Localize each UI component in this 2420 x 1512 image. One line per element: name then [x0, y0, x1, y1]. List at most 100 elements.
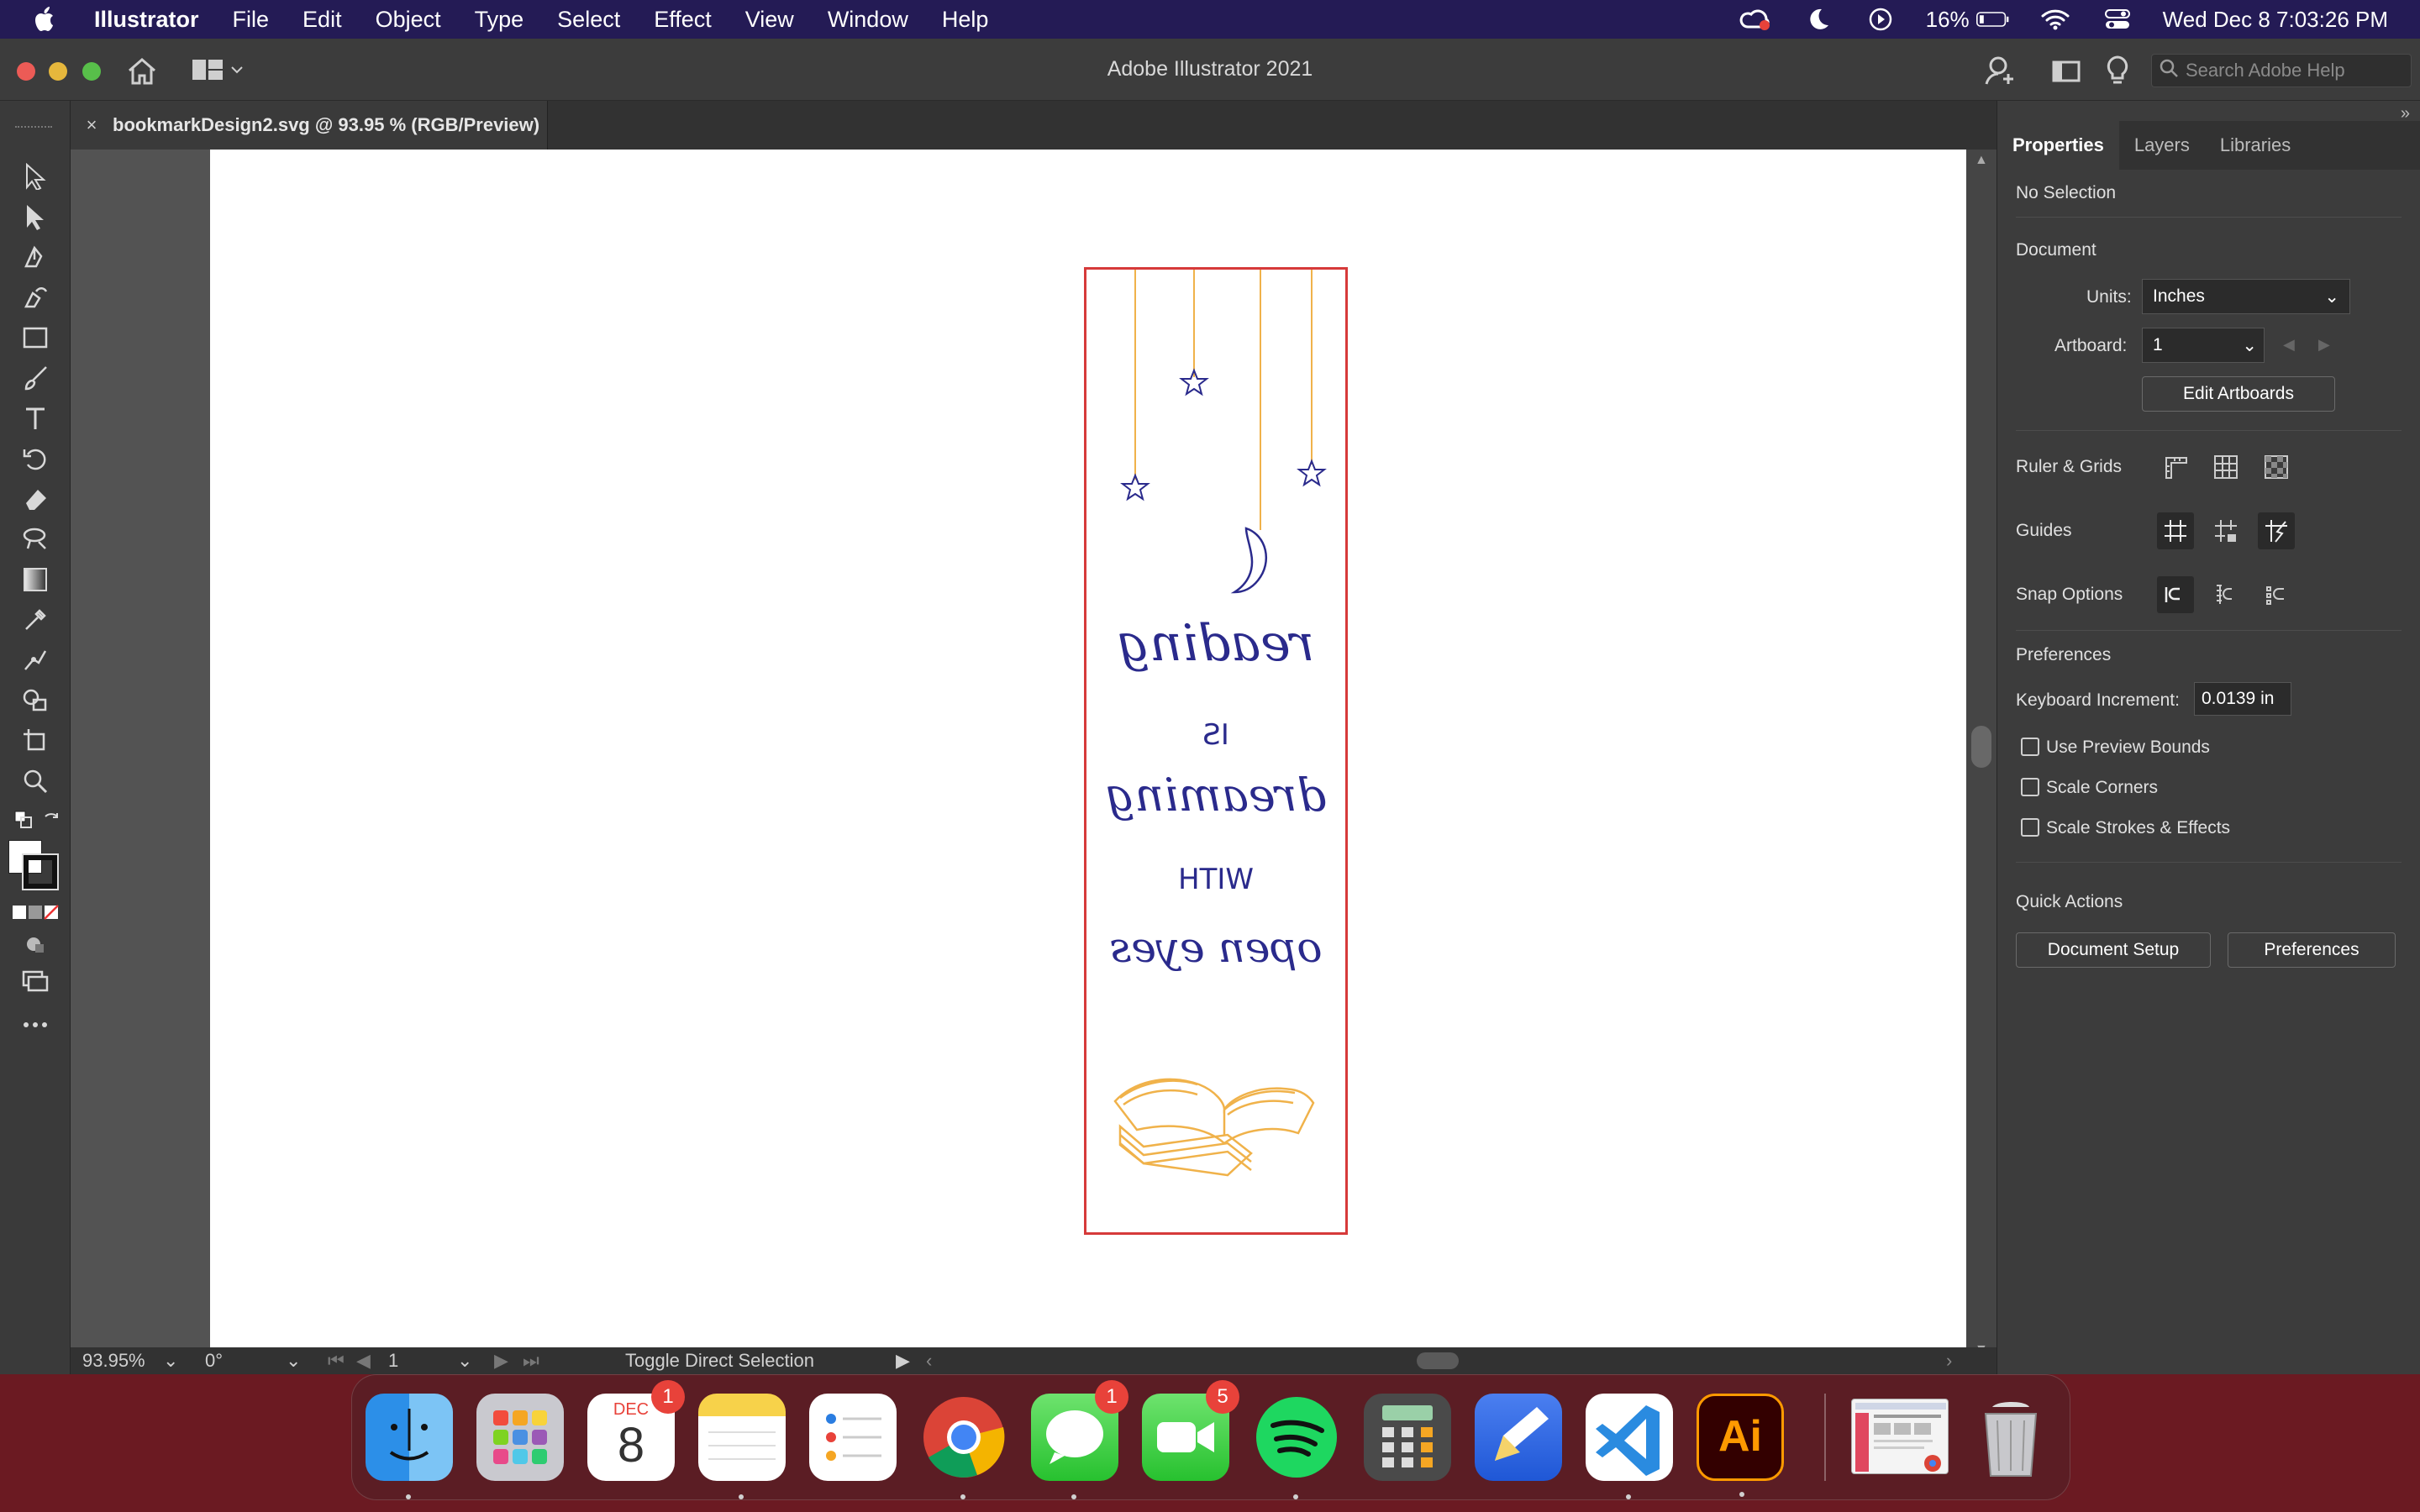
scale-strokes-effects-checkbox[interactable] [2021, 818, 2039, 837]
horizontal-scroll-thumb[interactable] [1417, 1352, 1459, 1369]
canvas-pasteboard[interactable]: reading IS dreaming WITH open eyes [71, 150, 2035, 1361]
stroke-swatch[interactable] [22, 853, 59, 890]
menu-help[interactable]: Help [942, 7, 989, 33]
facetime-dock-icon[interactable]: 5 [1142, 1380, 1239, 1481]
grid-icon[interactable] [2207, 449, 2244, 486]
creative-cloud-icon[interactable] [1739, 7, 1773, 32]
gradient-tool-icon[interactable] [18, 563, 52, 596]
previous-artboard-button[interactable]: ◀ [2283, 336, 2295, 354]
artboard-dropdown-chevron-icon[interactable]: ⌄ [457, 1349, 472, 1373]
status-menu-arrow-icon[interactable]: ▶ [896, 1349, 910, 1373]
zoom-dropdown-chevron-icon[interactable]: ⌄ [163, 1349, 178, 1373]
lightbulb-icon[interactable] [2106, 55, 2129, 90]
search-help-input[interactable]: Search Adobe Help [2151, 54, 2412, 87]
vscode-dock-icon[interactable] [1586, 1394, 1673, 1499]
snap-to-grid-icon[interactable] [2207, 576, 2244, 613]
app-name-menu[interactable]: Illustrator [94, 7, 199, 33]
finder-dock-icon[interactable] [366, 1394, 453, 1499]
vertical-scrollbar[interactable]: ▲ ▼ [1966, 150, 1996, 1361]
zoom-tool-icon[interactable] [18, 764, 52, 798]
menu-window[interactable]: Window [828, 7, 908, 33]
reminders-dock-icon[interactable] [809, 1394, 897, 1481]
tab-layers[interactable]: Layers [2119, 121, 2205, 170]
menu-view[interactable]: View [745, 7, 794, 33]
script-editor-dock-icon[interactable] [1475, 1394, 1562, 1481]
type-tool-icon[interactable] [18, 402, 52, 435]
rotate-tool-icon[interactable] [18, 442, 52, 475]
scroll-right-arrow[interactable]: › [1946, 1349, 1952, 1373]
menu-effect[interactable]: Effect [654, 7, 712, 33]
tab-properties[interactable]: Properties [1997, 121, 2119, 170]
artboard-tool-icon[interactable] [18, 724, 52, 758]
lock-guides-icon[interactable] [2207, 512, 2244, 549]
arrange-documents-icon[interactable] [2052, 60, 2081, 87]
units-dropdown[interactable]: Inches ⌄ [2142, 279, 2350, 314]
artboard-dropdown[interactable]: 1 ⌄ [2142, 328, 2265, 363]
shape-builder-tool-icon[interactable] [18, 684, 52, 717]
document-tab[interactable]: × bookmarkDesign2.svg @ 93.95 % (RGB/Pre… [71, 101, 548, 150]
preferences-button[interactable]: Preferences [2228, 932, 2396, 968]
do-not-disturb-moon-icon[interactable] [1802, 7, 1835, 32]
snap-to-pixel-icon[interactable] [2258, 576, 2295, 613]
edit-toolbar-more-icon[interactable] [18, 1008, 52, 1042]
rotation-dropdown-chevron-icon[interactable]: ⌄ [286, 1349, 301, 1373]
scroll-left-arrow[interactable]: ‹ [926, 1349, 932, 1373]
recent-window-thumbnail[interactable] [1851, 1399, 1949, 1474]
previous-artboard-icon[interactable]: ◀ [356, 1349, 371, 1373]
calculator-dock-icon[interactable] [1364, 1394, 1451, 1481]
calendar-dock-icon[interactable]: DEC 8 1 [587, 1380, 685, 1481]
tab-libraries[interactable]: Libraries [2205, 121, 2306, 170]
menu-select[interactable]: Select [557, 7, 620, 33]
illustrator-dock-icon[interactable]: Ai [1697, 1394, 1784, 1497]
artboard[interactable]: reading IS dreaming WITH open eyes [210, 150, 2035, 1347]
first-artboard-icon[interactable]: ⏮ [328, 1349, 345, 1373]
zoom-level-field[interactable]: 93.95% [82, 1349, 145, 1373]
scroll-up-arrow[interactable]: ▲ [1975, 153, 1988, 168]
menu-file[interactable]: File [233, 7, 270, 33]
vertical-scroll-thumb[interactable] [1971, 726, 1991, 768]
use-preview-bounds-checkbox[interactable] [2021, 738, 2039, 756]
share-user-icon[interactable] [1985, 55, 2018, 90]
control-center-icon[interactable] [2101, 7, 2134, 32]
screen-mode-icon[interactable] [18, 964, 52, 998]
use-preview-bounds-label[interactable]: Use Preview Bounds [2046, 738, 2210, 758]
battery-icon[interactable] [1975, 7, 2010, 32]
pen-tool-icon[interactable] [18, 240, 52, 274]
menu-edit[interactable]: Edit [302, 7, 342, 33]
play-icon[interactable] [1864, 7, 1897, 32]
last-artboard-icon[interactable]: ⏭ [523, 1349, 539, 1373]
smart-guides-icon[interactable] [2258, 512, 2295, 549]
paintbrush-tool-icon[interactable] [18, 361, 52, 395]
rulers-icon[interactable] [2157, 449, 2194, 486]
clock[interactable]: Wed Dec 8 7:03:26 PM [2163, 7, 2388, 33]
trash-dock-icon[interactable] [1967, 1394, 2054, 1481]
rotation-field[interactable]: 0° [205, 1349, 223, 1373]
snap-to-point-icon[interactable] [2157, 576, 2194, 613]
selection-tool-icon[interactable] [18, 160, 52, 193]
lasso-tool-icon[interactable] [18, 522, 52, 556]
rectangle-tool-icon[interactable] [18, 321, 52, 354]
spotify-dock-icon[interactable] [1253, 1394, 1340, 1499]
menu-object[interactable]: Object [376, 7, 441, 33]
messages-dock-icon[interactable]: 1 [1031, 1380, 1128, 1499]
launchpad-dock-icon[interactable] [476, 1394, 564, 1481]
document-setup-button[interactable]: Document Setup [2016, 932, 2211, 968]
wifi-icon[interactable] [2039, 7, 2072, 32]
show-guides-icon[interactable] [2157, 512, 2194, 549]
toolbar-grip[interactable] [15, 126, 52, 129]
eraser-tool-icon[interactable] [18, 482, 52, 516]
scale-strokes-effects-label[interactable]: Scale Strokes & Effects [2046, 818, 2230, 838]
bookmark-artwork[interactable]: reading IS dreaming WITH open eyes [1084, 267, 1348, 1235]
scale-corners-checkbox[interactable] [2021, 778, 2039, 796]
draw-mode-icon[interactable] [18, 927, 52, 961]
next-artboard-icon[interactable]: ▶ [494, 1349, 508, 1373]
next-artboard-button[interactable]: ▶ [2318, 336, 2330, 354]
artboard-number-field[interactable]: 1 [388, 1349, 398, 1373]
close-tab-button[interactable]: × [71, 114, 113, 136]
apple-menu-icon[interactable] [34, 6, 62, 33]
color-mode-icons[interactable] [10, 895, 60, 929]
chrome-dock-icon[interactable] [920, 1394, 1007, 1499]
transparency-grid-icon[interactable] [2258, 449, 2295, 486]
menu-type[interactable]: Type [475, 7, 524, 33]
swap-fill-stroke-icon[interactable] [35, 803, 69, 837]
